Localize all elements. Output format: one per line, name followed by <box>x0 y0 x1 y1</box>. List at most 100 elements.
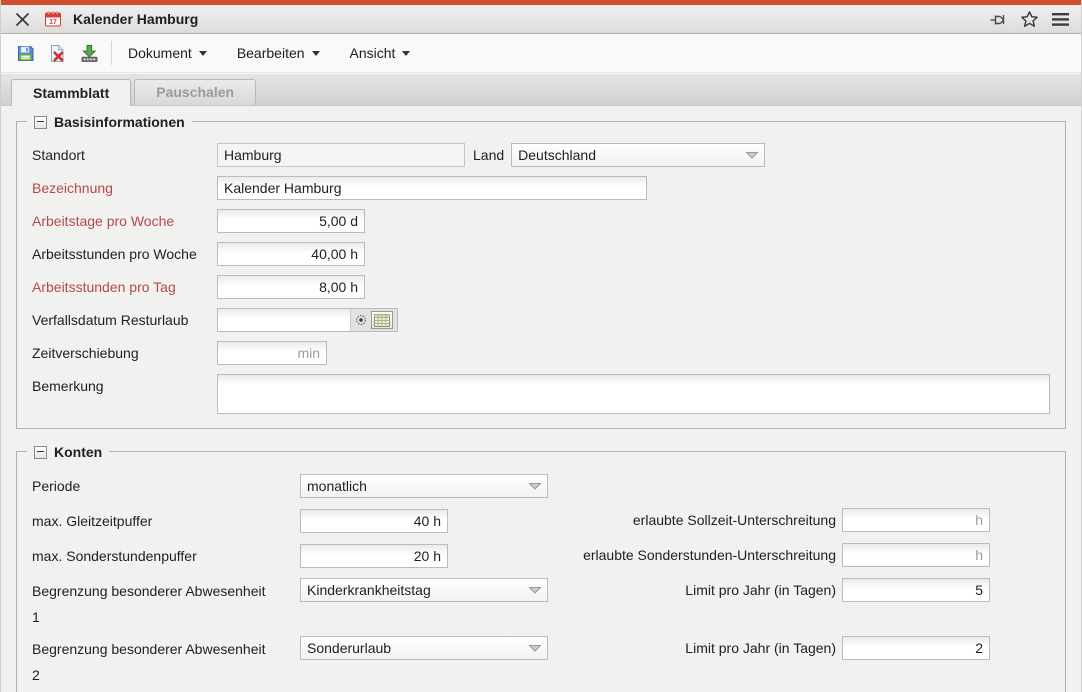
sollzeit-field[interactable] <box>842 508 990 532</box>
sonderstundenpuffer-field[interactable] <box>300 544 448 568</box>
collapse-minus-icon[interactable] <box>34 446 47 459</box>
title-bar: 17 Kalender Hamburg <box>1 5 1081 34</box>
periode-dropdown-value: monatlich <box>307 478 529 494</box>
row-standort: Standort Land Deutschland <box>32 143 1050 167</box>
standort-field <box>217 143 465 167</box>
section-konten-title: Konten <box>54 442 102 462</box>
section-konten: Konten Periode monatlich max. Gleitzeitp… <box>16 451 1066 692</box>
gleitzeitpuffer-label: max. Gleitzeitpuffer <box>32 508 300 534</box>
row-sonderstundenpuffer: max. Sonderstundenpuffer erlaubte Sonder… <box>32 543 1050 569</box>
stunden-woche-label: Arbeitsstunden pro Woche <box>32 242 217 266</box>
collapse-minus-icon[interactable] <box>34 116 47 129</box>
bemerkung-field[interactable] <box>217 374 1050 414</box>
periode-dropdown[interactable]: monatlich <box>300 474 548 498</box>
toolbar: Dokument Bearbeiten Ansicht <box>1 34 1081 73</box>
bemerkung-label: Bemerkung <box>32 374 217 398</box>
row-arbeitstage: Arbeitstage pro Woche <box>32 209 1050 233</box>
calendar-icon: 17 <box>42 8 64 30</box>
abwesenheit-2-label-line1: Begrenzung besonderer Abwesenheit <box>32 636 300 662</box>
sollzeit-label: erlaubte Sollzeit-Unterschreitung <box>633 508 836 532</box>
land-dropdown[interactable]: Deutschland <box>511 143 765 167</box>
close-icon[interactable] <box>11 8 33 30</box>
standort-label: Standort <box>32 143 217 167</box>
limit-1-group: Limit pro Jahr (in Tagen) <box>685 578 990 602</box>
verfallsdatum-label: Verfallsdatum Resturlaub <box>32 308 217 332</box>
section-basis-legend: Basisinformationen <box>27 112 192 132</box>
sonderstunden-unter-group: erlaubte Sonderstunden-Unterschreitung <box>583 543 990 567</box>
gleitzeitpuffer-field[interactable] <box>300 509 448 533</box>
stunden-tag-label: Arbeitsstunden pro Tag <box>32 275 217 299</box>
sonderstundenpuffer-label: max. Sonderstundenpuffer <box>32 543 300 569</box>
toolbar-separator <box>111 41 112 65</box>
tab-strip: Stammblatt Pauschalen <box>1 73 1081 106</box>
save-icon[interactable] <box>11 40 39 66</box>
verfallsdatum-field[interactable] <box>218 309 350 331</box>
row-zeitverschiebung: Zeitverschiebung <box>32 341 1050 365</box>
stunden-woche-field[interactable] <box>217 242 365 266</box>
sonderstunden-unter-label: erlaubte Sonderstunden-Unterschreitung <box>583 543 836 567</box>
abwesenheit-1-dropdown[interactable]: Kinderkrankheitstag <box>300 578 548 602</box>
menu-dokument[interactable]: Dokument <box>120 40 215 66</box>
form-content: Basisinformationen Standort Land Deutsch… <box>1 121 1081 692</box>
periode-label: Periode <box>32 473 300 499</box>
arbeitstage-field[interactable] <box>217 209 365 233</box>
abwesenheit-2-label-line2: 2 <box>32 662 300 688</box>
calendar-grid-icon <box>374 314 390 327</box>
limit-1-field[interactable] <box>842 578 990 602</box>
calendar-picker-button[interactable] <box>371 311 393 329</box>
bezeichnung-field[interactable] <box>217 176 647 200</box>
abwesenheit-1-label-line2: 1 <box>32 604 300 630</box>
row-stunden-woche: Arbeitsstunden pro Woche <box>32 242 1050 266</box>
dropdown-arrow-icon <box>529 645 541 652</box>
zeitverschiebung-label: Zeitverschiebung <box>32 341 217 365</box>
limit-2-group: Limit pro Jahr (in Tagen) <box>685 636 990 660</box>
row-bemerkung: Bemerkung <box>32 374 1050 414</box>
bezeichnung-label: Bezeichnung <box>32 176 217 200</box>
dropdown-arrow-icon <box>529 587 541 594</box>
row-abwesenheit-2: Begrenzung besonderer Abwesenheit 2 Sond… <box>32 636 1050 688</box>
stunden-tag-field[interactable] <box>217 275 365 299</box>
section-basisinformationen: Basisinformationen Standort Land Deutsch… <box>16 121 1066 429</box>
section-basis-title: Basisinformationen <box>54 112 185 132</box>
abwesenheit-1-label: Begrenzung besonderer Abwesenheit 1 <box>32 578 300 630</box>
verfallsdatum-date-widget <box>217 308 398 332</box>
limit-2-label: Limit pro Jahr (in Tagen) <box>685 636 836 660</box>
window-title: Kalender Hamburg <box>73 11 198 27</box>
land-label: Land <box>473 143 504 167</box>
section-konten-legend: Konten <box>27 442 109 462</box>
row-periode: Periode monatlich <box>32 473 1050 499</box>
abwesenheit-2-dropdown-value: Sonderurlaub <box>307 640 529 656</box>
row-bezeichnung: Bezeichnung <box>32 176 1050 200</box>
menu-ansicht-label: Ansicht <box>350 45 396 61</box>
svg-text:17: 17 <box>49 19 57 26</box>
dropdown-arrow-icon <box>746 152 758 159</box>
menu-ansicht[interactable]: Ansicht <box>342 40 419 66</box>
menu-bearbeiten[interactable]: Bearbeiten <box>229 40 328 66</box>
tab-pauschalen[interactable]: Pauschalen <box>134 79 256 105</box>
menu-dokument-label: Dokument <box>128 45 192 61</box>
app-window: 17 Kalender Hamburg <box>0 0 1082 692</box>
today-radio-icon[interactable] <box>355 314 367 326</box>
export-icon[interactable] <box>75 40 103 66</box>
tab-stammblatt[interactable]: Stammblatt <box>11 79 131 106</box>
abwesenheit-2-label: Begrenzung besonderer Abwesenheit 2 <box>32 636 300 688</box>
sollzeit-group: erlaubte Sollzeit-Unterschreitung <box>633 508 990 532</box>
menu-bearbeiten-label: Bearbeiten <box>237 45 305 61</box>
discard-document-icon[interactable] <box>43 40 71 66</box>
row-verfallsdatum: Verfallsdatum Resturlaub <box>32 308 1050 332</box>
chevron-down-icon <box>402 51 410 60</box>
dropdown-arrow-icon <box>529 483 541 490</box>
abwesenheit-2-dropdown[interactable]: Sonderurlaub <box>300 636 548 660</box>
row-abwesenheit-1: Begrenzung besonderer Abwesenheit 1 Kind… <box>32 578 1050 630</box>
chevron-down-icon <box>199 51 207 60</box>
sonderstunden-unter-field[interactable] <box>842 543 990 567</box>
pin-icon[interactable] <box>987 8 1009 30</box>
arbeitstage-label: Arbeitstage pro Woche <box>32 209 217 233</box>
abwesenheit-1-dropdown-value: Kinderkrankheitstag <box>307 582 529 598</box>
star-icon[interactable] <box>1018 8 1040 30</box>
zeitverschiebung-field[interactable] <box>217 341 327 365</box>
chevron-down-icon <box>312 51 320 60</box>
limit-2-field[interactable] <box>842 636 990 660</box>
hamburger-menu-icon[interactable] <box>1049 8 1071 30</box>
row-stunden-tag: Arbeitsstunden pro Tag <box>32 275 1050 299</box>
